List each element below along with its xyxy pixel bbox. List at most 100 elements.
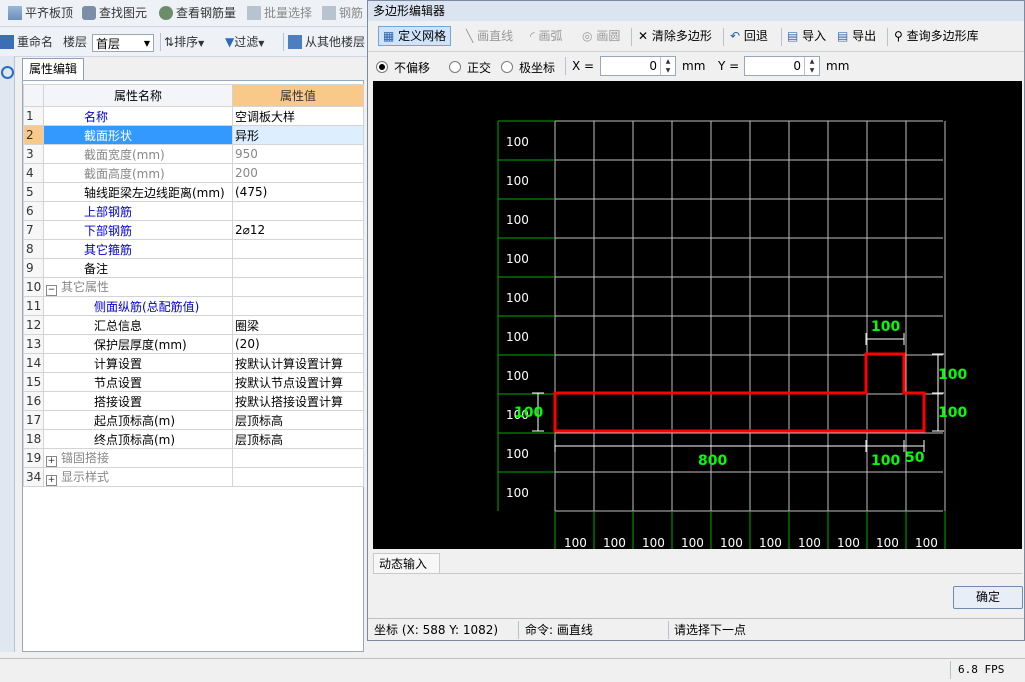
status-command: 命令: 画直线 xyxy=(525,623,593,637)
floor-select[interactable]: 首层 ▼ xyxy=(92,34,154,52)
expand-toggle-icon[interactable]: + xyxy=(46,456,57,467)
column-label: 100 xyxy=(564,536,587,549)
table-row[interactable]: 14 计算设置 按默认计算设置计算 xyxy=(23,353,364,373)
search-icon: ⚲ xyxy=(894,29,903,43)
status-prompt: 请选择下一点 xyxy=(674,623,747,637)
ok-button[interactable]: 确定 xyxy=(953,586,1023,609)
flush-slab-top-button[interactable]: 平齐板顶 xyxy=(8,5,73,21)
rebar-button[interactable]: 钢筋 xyxy=(322,5,363,21)
filter-button[interactable]: ▼过滤▼ xyxy=(225,34,264,50)
table-row[interactable]: 11 侧面纵筋(总配筋值) xyxy=(23,296,364,316)
dialog-status-bar: 坐标 (X: 588 Y: 1082) 命令: 画直线 请选择下一点 xyxy=(368,618,1024,641)
draw-arc-button[interactable]: ◜ 画弧 xyxy=(530,27,563,45)
copy-icon xyxy=(288,35,302,49)
table-row[interactable]: 18 终点顶标高(m) 层顶标高 xyxy=(23,429,364,449)
table-row[interactable]: 13 保护层厚度(mm) (20) xyxy=(23,334,364,354)
clear-polygon-button[interactable]: ✕ 清除多边形 xyxy=(638,27,712,45)
table-row[interactable]: 7 下部钢筋 2⌀12 xyxy=(23,220,364,240)
grid-drawing: 100100100100100100100100100100 100 100 100… xyxy=(497,120,967,549)
find-element-button[interactable]: 查找图元 xyxy=(82,5,147,21)
status-divider xyxy=(668,621,669,639)
draw-circle-button[interactable]: ◎ 画圆 xyxy=(582,27,620,45)
coordinate-mode-row: 不偏移 正交 极坐标 X = 0 ▲ ▼ mm Y = 0 ▲ ▼ mm xyxy=(368,53,1024,79)
toolbar-divider xyxy=(160,33,161,51)
status-coordinate: 坐标 (X: 588 Y: 1082) xyxy=(374,623,499,637)
dim-bottom-mid-label: 100 xyxy=(871,453,900,469)
table-row[interactable]: 9 备注 xyxy=(23,258,364,278)
table-row[interactable]: 6 上部钢筋 xyxy=(23,201,364,221)
row-labels: 100100100100100100100100100100 xyxy=(506,135,529,500)
toolbar-divider xyxy=(631,28,632,46)
property-table: 属性名称 属性值 1 名称 空调板大样 2 截面形状 异形 3 截面宽度(mm) 950 4… xyxy=(23,84,364,487)
radio-selected-icon xyxy=(376,61,388,73)
collapse-toggle-icon[interactable]: − xyxy=(46,285,57,296)
column-label: 100 xyxy=(876,536,899,549)
undo-icon: ↶ xyxy=(730,29,741,43)
toolbar-divider xyxy=(781,28,782,46)
table-row[interactable]: 15 节点设置 按默认节点设置计算 xyxy=(23,372,364,392)
row-label: 100 xyxy=(506,486,529,500)
table-row[interactable]: 4 截面高度(mm) 200 xyxy=(23,163,364,183)
mode-no-offset[interactable]: 不偏移 xyxy=(376,59,430,76)
batch-select-button[interactable]: 批量选择 xyxy=(247,5,312,21)
view-rebar-button[interactable]: 查看钢筋量 xyxy=(159,5,236,21)
spinner-icon[interactable]: ▲ ▼ xyxy=(660,57,675,75)
x-label: X = xyxy=(572,59,595,73)
dim-top-label: 100 xyxy=(871,319,900,335)
table-row[interactable]: 12 汇总信息 圈梁 xyxy=(23,315,364,335)
status-divider xyxy=(950,661,951,679)
mode-orthogonal[interactable]: 正交 xyxy=(449,59,491,76)
divider xyxy=(373,573,1022,574)
table-row-selected[interactable]: 2 截面形状 异形 xyxy=(23,125,364,145)
polygon-library-button[interactable]: ⚲ 查询多边形库 xyxy=(894,27,979,45)
table-row[interactable]: 3 截面宽度(mm) 950 xyxy=(23,144,364,164)
spinner-icon[interactable]: ▲ ▼ xyxy=(804,57,819,75)
toolbar-divider xyxy=(887,28,888,46)
table-header: 属性名称 属性值 xyxy=(23,84,364,107)
copy-from-floor-button[interactable]: 从其他楼层 xyxy=(288,34,365,50)
draw-line-button[interactable]: ╲ 画直线 xyxy=(466,27,513,45)
table-row[interactable]: 5 轴线距梁左边线距离(mm) (475) xyxy=(23,182,364,202)
sort-icon: ⇅ xyxy=(164,35,175,49)
x-coordinate-input[interactable]: 0 ▲ ▼ xyxy=(600,56,676,76)
header-property-value: 属性值 xyxy=(232,84,364,107)
y-coordinate-input[interactable]: 0 ▲ ▼ xyxy=(744,56,820,76)
table-row-group[interactable]: 10− 其它属性 xyxy=(23,277,364,297)
table-row[interactable]: 17 起点顶标高(m) 层顶标高 xyxy=(23,410,364,430)
column-label: 100 xyxy=(798,536,821,549)
grid-icon: ▦ xyxy=(383,29,395,43)
table-row-group[interactable]: 34 + 显示样式 xyxy=(23,467,364,487)
column-labels: 100 100 100 100 100 100 100 100 100 100 xyxy=(564,536,938,549)
rebar-icon xyxy=(159,6,173,20)
radio-icon xyxy=(501,61,513,73)
chevron-down-icon: ▼ xyxy=(143,39,150,48)
column-label: 100 xyxy=(681,536,704,549)
column-label: 100 xyxy=(837,536,860,549)
row-label: 100 xyxy=(506,291,529,305)
tab-property-edit[interactable]: 属性编辑 xyxy=(22,58,84,80)
dim-bottom-total-label: 800 xyxy=(698,453,727,469)
pin-icon[interactable] xyxy=(1,66,14,79)
table-row[interactable]: 8 其它箍筋 xyxy=(23,239,364,259)
rename-button[interactable]: 重命名 xyxy=(0,34,53,50)
table-row[interactable]: 16 搭接设置 按默认搭接设置计算 xyxy=(23,391,364,411)
export-button[interactable]: ▤ 导出 xyxy=(837,27,876,45)
define-grid-button[interactable]: ▦ 定义网格 xyxy=(378,26,452,46)
undo-button[interactable]: ↶ 回退 xyxy=(730,27,768,45)
column-label: 100 xyxy=(603,536,626,549)
table-row-group[interactable]: 19 + 锚固搭接 xyxy=(23,448,364,468)
y-label: Y = xyxy=(718,59,740,73)
arc-icon: ◜ xyxy=(530,29,535,43)
tab-dynamic-input[interactable]: 动态输入 xyxy=(373,553,440,574)
mode-polar[interactable]: 极坐标 xyxy=(501,59,555,76)
dropdown-arrow-icon: ▼ xyxy=(258,39,265,48)
drawing-canvas[interactable]: 100 100 100 100 100 100 100 100 100 100 100 100 100… xyxy=(373,81,1022,549)
expand-toggle-icon[interactable]: + xyxy=(46,475,57,486)
column-label: 100 xyxy=(720,536,743,549)
floor-label: 楼层 xyxy=(63,35,88,49)
import-button[interactable]: ▤ 导入 xyxy=(787,27,826,45)
dim-left-label: 100 xyxy=(514,405,543,421)
table-row[interactable]: 1 名称 空调板大样 xyxy=(23,106,364,126)
rebar-edit-icon xyxy=(322,6,336,20)
sort-button[interactable]: ⇅排序▼ xyxy=(164,34,204,50)
